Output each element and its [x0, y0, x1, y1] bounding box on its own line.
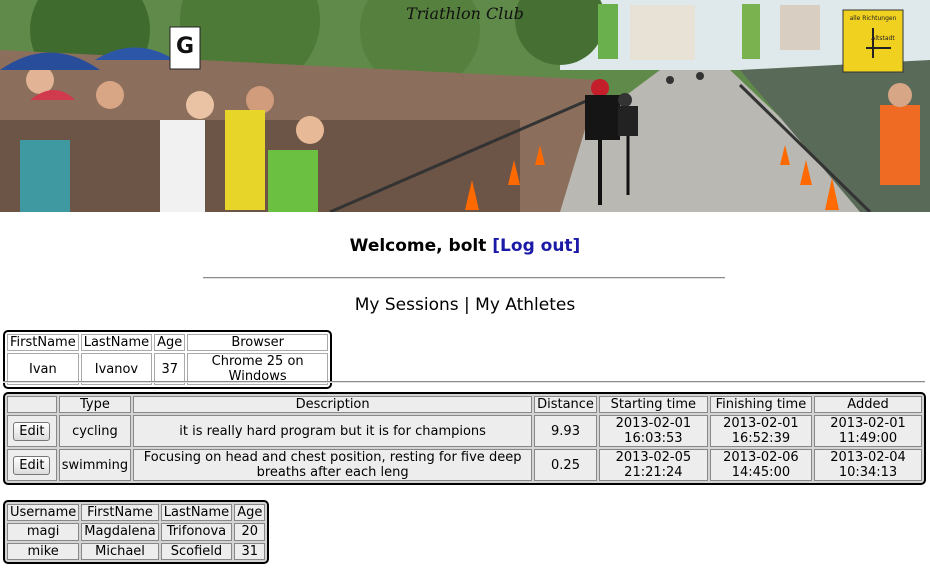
cell-firstname: Michael	[81, 542, 159, 560]
edit-cell: Edit	[7, 415, 57, 447]
nav-my-sessions[interactable]: My Sessions	[355, 295, 459, 315]
cell-finish: 2013-02-06 14:45:00	[709, 449, 813, 481]
cell-added: 2013-02-01 11:49:00	[814, 415, 922, 447]
cell-age: 20	[234, 523, 266, 541]
cell-type: swimming	[58, 449, 132, 481]
column-header: Distance	[534, 396, 597, 413]
cell-distance: 0.25	[534, 449, 597, 481]
table-header-row: Username FirstName LastName Age	[7, 504, 266, 522]
cell-lastname: Trifonova	[160, 523, 233, 541]
finish-time: 16:52:39	[731, 431, 791, 446]
column-header: Browser	[187, 334, 328, 351]
edit-button[interactable]: Edit	[13, 421, 51, 441]
column-header: Age	[234, 504, 266, 522]
cell-username: magi	[7, 523, 80, 541]
column-header: Description	[133, 396, 533, 413]
cell-firstname: Magdalena	[81, 523, 159, 541]
divider	[203, 277, 725, 279]
table-row: magi Magdalena Trifonova 20	[7, 523, 266, 541]
welcome-text: Welcome, bolt	[349, 236, 487, 256]
trainings-table: Type Description Distance Starting time …	[3, 392, 926, 485]
column-header: LastName	[160, 504, 233, 522]
table-header-row: FirstName LastName Age Browser	[7, 334, 328, 351]
svg-text:Altstadt: Altstadt	[871, 35, 895, 42]
header-banner: G alle Richtungen Altstadt Triathlon Clu…	[0, 0, 930, 212]
cell-type: cycling	[58, 415, 132, 447]
athletes-table: Username FirstName LastName Age magi Mag…	[3, 500, 270, 564]
column-header: Added	[814, 396, 922, 413]
site-title: Triathlon Club	[406, 4, 524, 23]
start-time: 21:21:24	[624, 465, 683, 480]
finish-date: 2013-02-06	[723, 450, 799, 465]
finish-date: 2013-02-01	[723, 416, 799, 431]
column-header: Starting time	[598, 396, 708, 413]
nav-my-athletes[interactable]: My Athletes	[475, 295, 575, 315]
column-header: LastName	[80, 334, 153, 351]
column-header: Finishing time	[709, 396, 813, 413]
table-row: Edit cycling it is really hard program b…	[7, 415, 922, 447]
edit-cell: Edit	[7, 449, 57, 481]
column-header: FirstName	[7, 334, 79, 351]
start-time: 16:03:53	[624, 431, 683, 446]
table-row: mike Michael Scofield 31	[7, 542, 266, 560]
cell-start: 2013-02-05 21:21:24	[598, 449, 708, 481]
triathlon-race-photo: G alle Richtungen Altstadt	[0, 0, 930, 212]
cell-description: it is really hard program but it is for …	[133, 415, 533, 447]
cell-description: Focusing on head and chest position, res…	[133, 449, 533, 481]
table-header-row: Type Description Distance Starting time …	[7, 396, 922, 413]
welcome-bar: Welcome, bolt [Log out]	[0, 236, 930, 256]
edit-button[interactable]: Edit	[13, 455, 51, 475]
column-header: Age	[154, 334, 186, 351]
g-sign-letter: G	[176, 34, 194, 59]
column-header: Username	[7, 504, 80, 522]
table-row: Edit swimming Focusing on head and chest…	[7, 449, 922, 481]
added-time: 10:34:13	[838, 465, 898, 480]
start-date: 2013-02-05	[615, 450, 692, 465]
cell-username: mike	[7, 542, 80, 560]
added-time: 11:49:00	[838, 431, 898, 446]
main-nav: My Sessions | My Athletes	[0, 295, 930, 315]
cell-finish: 2013-02-01 16:52:39	[709, 415, 813, 447]
cell-distance: 9.93	[534, 415, 597, 447]
column-header	[7, 396, 57, 413]
cell-added: 2013-02-04 10:34:13	[814, 449, 922, 481]
added-date: 2013-02-04	[830, 450, 906, 465]
logout-link[interactable]: [Log out]	[492, 236, 580, 256]
divider	[3, 381, 925, 383]
column-header: Type	[58, 396, 132, 413]
cell-lastname: Scofield	[160, 542, 233, 560]
added-date: 2013-02-01	[830, 416, 906, 431]
start-date: 2013-02-01	[615, 416, 692, 431]
column-header: FirstName	[81, 504, 159, 522]
cell-age: 31	[234, 542, 266, 560]
finish-time: 14:45:00	[731, 465, 791, 480]
cell-start: 2013-02-01 16:03:53	[598, 415, 708, 447]
nav-separator: |	[464, 295, 470, 315]
